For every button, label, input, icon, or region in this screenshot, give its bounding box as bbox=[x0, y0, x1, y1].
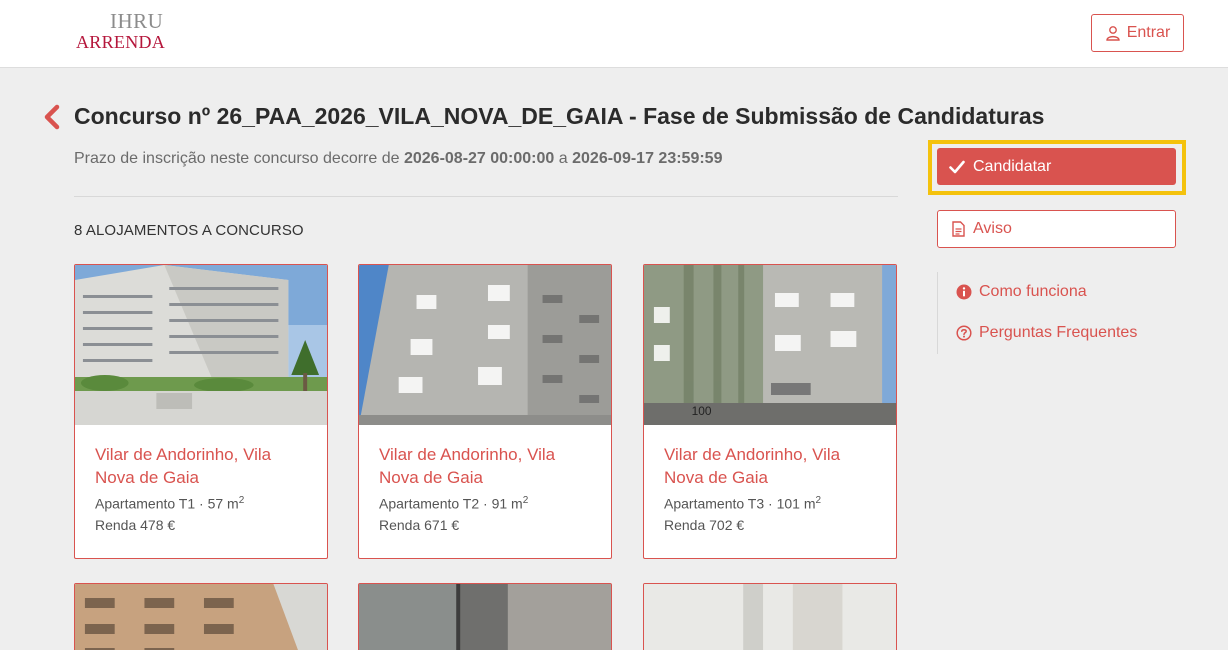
listing-rent: Renda 702 € bbox=[664, 516, 745, 533]
listing-photo-2 bbox=[359, 265, 611, 425]
how-it-works-label: Como funciona bbox=[979, 283, 1087, 300]
how-it-works-link[interactable]: Como funciona bbox=[956, 283, 1087, 301]
listing-count: 8 ALOJAMENTOS A CONCURSO bbox=[74, 222, 304, 239]
listing-location: Vilar de Andorinho, Vila Nova de Gaia bbox=[379, 445, 556, 487]
listing-card[interactable] bbox=[358, 583, 612, 650]
info-circle-icon bbox=[956, 284, 972, 300]
listing-photo-1 bbox=[75, 265, 327, 425]
back-chevron-icon[interactable] bbox=[42, 104, 62, 130]
listing-photo-4 bbox=[75, 584, 327, 650]
listing-card[interactable]: Vilar de Andorinho, Vila Nova de Gaia Ap… bbox=[74, 264, 328, 559]
listing-card[interactable]: 100 Vilar de Andorinho, Vila Nova de Gai… bbox=[643, 264, 897, 559]
listing-rent: Renda 671 € bbox=[379, 516, 460, 533]
notice-button[interactable]: Aviso bbox=[937, 210, 1176, 248]
listing-rent: Renda 478 € bbox=[95, 516, 176, 533]
faq-link[interactable]: Perguntas Frequentes bbox=[956, 324, 1137, 342]
listing-type: Apartamento T1 · 57 m2 bbox=[95, 495, 245, 512]
logo-line-2: ARRENDA bbox=[76, 32, 166, 52]
apply-label: Candidatar bbox=[973, 157, 1052, 175]
period-end: 2026-09-17 23:59:59 bbox=[572, 150, 723, 167]
listing-card[interactable] bbox=[643, 583, 897, 650]
listing-photo-3: 100 bbox=[644, 265, 896, 425]
listing-photo-6 bbox=[644, 584, 896, 650]
notice-label: Aviso bbox=[973, 220, 1012, 237]
svg-text:100: 100 bbox=[692, 404, 712, 418]
login-button[interactable]: Entrar bbox=[1091, 14, 1184, 52]
question-circle-icon bbox=[956, 325, 972, 341]
period-prefix: Prazo de inscrição neste concurso decorr… bbox=[74, 150, 400, 167]
listing-type: Apartamento T3 · 101 m2 bbox=[664, 495, 822, 512]
logo-line-1: IHRU bbox=[110, 9, 164, 33]
faq-label: Perguntas Frequentes bbox=[979, 324, 1138, 341]
listing-photo-5 bbox=[359, 584, 611, 650]
listing-type: Apartamento T2 · 91 m2 bbox=[379, 495, 529, 512]
listing-location: Vilar de Andorinho, Vila Nova de Gaia bbox=[664, 445, 841, 487]
help-links: Como funciona Perguntas Frequentes bbox=[937, 272, 1137, 354]
user-icon bbox=[1106, 26, 1120, 41]
apply-button[interactable]: Candidatar bbox=[937, 148, 1176, 185]
period-start: 2026-08-27 00:00:00 bbox=[403, 150, 555, 167]
top-navbar: IHRU ARRENDA Entrar bbox=[0, 0, 1228, 68]
divider bbox=[74, 196, 898, 197]
listing-location: Vilar de Andorinho, Vila Nova de Gaia bbox=[95, 445, 272, 487]
ihru-arrenda-logo[interactable]: IHRU ARRENDA bbox=[76, 9, 166, 52]
listing-card[interactable]: Vilar de Andorinho, Vila Nova de Gaia Ap… bbox=[358, 264, 612, 559]
period-joiner: a bbox=[558, 150, 568, 167]
document-icon bbox=[952, 221, 965, 237]
listing-card[interactable] bbox=[74, 583, 328, 650]
login-label: Entrar bbox=[1126, 24, 1171, 41]
application-period: Prazo de inscrição neste concurso decorr… bbox=[74, 150, 722, 168]
page-title: Concurso nº 26_PAA_2026_VILA_NOVA_DE_GAI… bbox=[74, 103, 1045, 129]
check-icon bbox=[949, 160, 965, 173]
